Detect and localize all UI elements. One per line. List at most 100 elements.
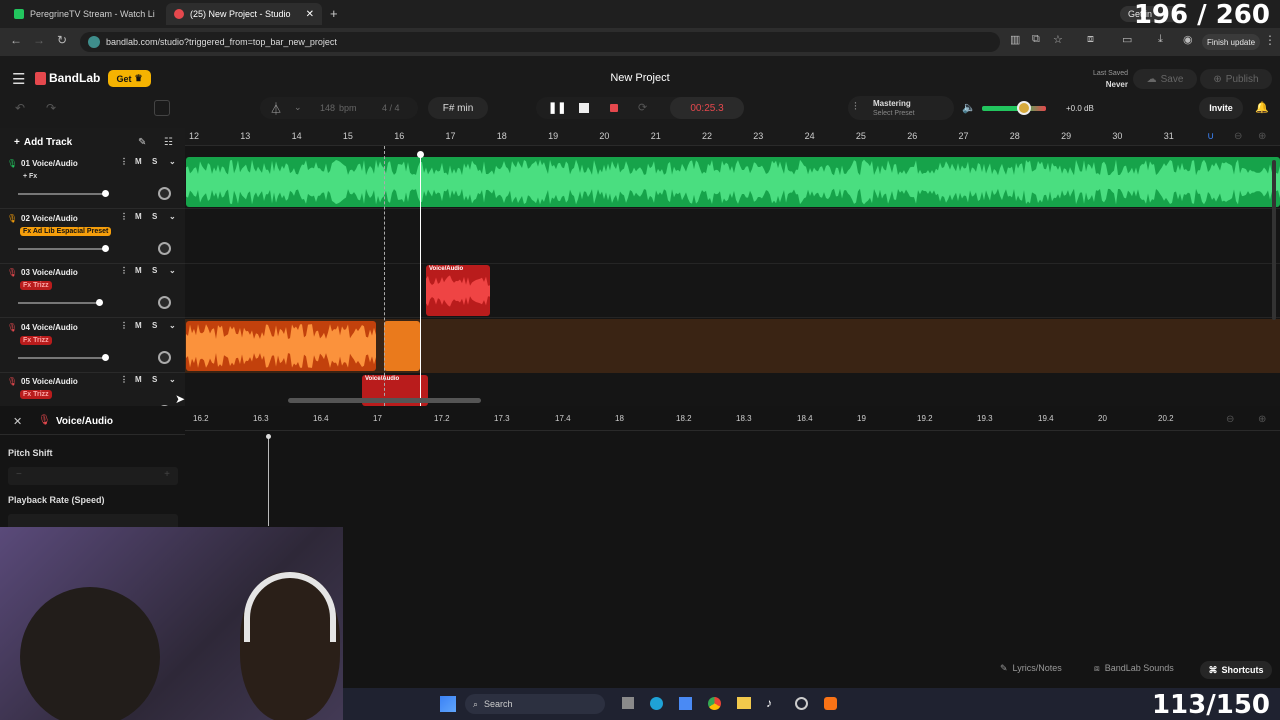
track-volume-thumb[interactable] <box>102 353 109 361</box>
track-expand-icon[interactable]: ⌄ <box>169 212 176 221</box>
tab-peregrine[interactable]: PeregrineTV Stream - Watch Li <box>6 3 162 25</box>
track-menu-icon[interactable]: ⋮ <box>120 266 128 275</box>
mute-button[interactable]: M <box>135 212 142 221</box>
track-menu-icon[interactable]: ⋮ <box>120 321 128 330</box>
track-fx-tag[interactable]: Fx Trizz <box>20 281 52 291</box>
invite-button[interactable]: Invite <box>1199 97 1243 119</box>
tracks-settings-icon[interactable]: ☷ <box>164 137 173 148</box>
solo-button[interactable]: S <box>152 212 157 221</box>
reload-icon[interactable]: ↻ <box>57 33 67 47</box>
track-name[interactable]: 02 Voice/Audio <box>21 214 78 223</box>
track-volume-slider[interactable] <box>18 193 106 195</box>
back-icon[interactable]: ← <box>10 33 22 47</box>
add-track-button[interactable]: + Add Track <box>14 137 72 148</box>
master-volume-slider[interactable] <box>982 106 1046 111</box>
track-name[interactable]: 03 Voice/Audio <box>21 268 78 277</box>
track-fx-tag[interactable]: Fx Trizz <box>20 390 52 400</box>
undo-icon[interactable]: ↶ <box>15 101 25 115</box>
track-menu-icon[interactable]: ⋮ <box>120 157 128 166</box>
pause-icon[interactable]: ❚❚ <box>548 101 566 114</box>
cast-icon[interactable]: ▭ <box>1122 33 1132 46</box>
time-signature-field[interactable]: 4 / 4 <box>382 103 400 113</box>
speaker-icon[interactable]: 🔈 <box>962 101 976 114</box>
publish-button[interactable]: ⊕ Publish <box>1200 69 1272 89</box>
track-volume-slider[interactable] <box>18 302 100 305</box>
track-pan-knob[interactable] <box>158 241 171 255</box>
bpm-field[interactable]: 148 bpm <box>320 103 357 113</box>
track-lane-3[interactable] <box>185 264 1280 319</box>
close-editor-icon[interactable]: ✕ <box>13 415 22 428</box>
reading-mode-icon[interactable]: ▥ <box>1010 33 1020 46</box>
chevron-down-icon[interactable]: ⌄ <box>294 102 302 113</box>
track-volume-slider[interactable] <box>18 247 106 250</box>
site-info-icon[interactable] <box>88 36 100 48</box>
horizontal-scrollbar[interactable] <box>288 398 481 403</box>
mute-button[interactable]: M <box>135 375 142 384</box>
chrome-icon[interactable] <box>708 697 721 710</box>
screen-icon[interactable]: ⧉ <box>1032 33 1040 46</box>
audio-clip-track-4a[interactable] <box>186 321 376 371</box>
vertical-scrollbar[interactable] <box>1272 160 1276 320</box>
playhead[interactable] <box>420 152 421 406</box>
pitch-shift-stepper[interactable]: − + <box>8 467 178 485</box>
zoom-in-icon[interactable]: ⊕ <box>1258 131 1266 142</box>
windows-start-icon[interactable] <box>440 696 456 712</box>
track-volume-thumb[interactable] <box>102 244 109 252</box>
profile-icon[interactable]: ◉ <box>1183 33 1193 46</box>
mute-button[interactable]: M <box>135 266 142 275</box>
lyrics-notes-button[interactable]: ✎ Lyrics/Notes <box>1000 663 1062 674</box>
track-menu-icon[interactable]: ⋮ <box>120 212 128 221</box>
close-tab-icon[interactable]: ✕ <box>306 9 314 20</box>
track-expand-icon[interactable]: ⌄ <box>169 321 176 330</box>
extensions-icon[interactable]: ⧈ <box>1087 33 1094 46</box>
track-lane-2[interactable] <box>185 210 1280 264</box>
forward-icon[interactable]: → <box>33 33 45 47</box>
track-volume-slider[interactable] <box>18 356 106 359</box>
track-expand-icon[interactable]: ⌄ <box>169 157 176 166</box>
settings-icon[interactable] <box>795 697 808 710</box>
notification-bell-icon[interactable]: 🔔 <box>1255 101 1269 114</box>
stop-icon[interactable] <box>579 103 589 113</box>
url-field[interactable]: bandlab.com/studio?triggered_from=top_ba… <box>80 32 1000 52</box>
track-menu-icon[interactable]: ⋮ <box>120 375 128 384</box>
editor-zoom-out-icon[interactable]: ⊖ <box>1226 414 1234 425</box>
fl-studio-icon[interactable] <box>824 697 837 710</box>
shortcuts-button[interactable]: ⌘ Shortcuts <box>1200 661 1272 679</box>
file-explorer-icon[interactable] <box>737 697 751 709</box>
solo-button[interactable]: S <box>152 321 157 330</box>
track-expand-icon[interactable]: ⌄ <box>169 266 176 275</box>
taskbar-search[interactable]: ⌕ Search <box>465 694 605 714</box>
mute-button[interactable]: M <box>135 321 142 330</box>
master-volume-thumb[interactable] <box>1017 101 1031 115</box>
finish-update-button[interactable]: Finish update <box>1202 34 1260 50</box>
minus-icon[interactable]: − <box>16 469 22 480</box>
save-button[interactable]: ☁ Save <box>1133 69 1197 89</box>
track-name[interactable]: 01 Voice/Audio <box>21 159 78 168</box>
new-tab-button[interactable]: + <box>330 6 338 21</box>
zoom-out-icon[interactable]: ⊖ <box>1234 131 1242 142</box>
track-pan-knob[interactable] <box>158 187 171 200</box>
track-name[interactable]: 05 Voice/Audio <box>21 377 78 386</box>
redo-icon[interactable]: ↷ <box>46 101 56 115</box>
star-icon[interactable]: ☆ <box>1053 33 1063 46</box>
download-icon[interactable]: ⤓ <box>1158 33 1163 46</box>
metronome-icon[interactable]: ⏃ <box>270 100 282 117</box>
snap-magnet-icon[interactable]: ∪ <box>1207 131 1214 142</box>
loop-icon[interactable]: ⟳ <box>638 101 647 114</box>
track-name[interactable]: 04 Voice/Audio <box>21 323 78 332</box>
track-volume-thumb[interactable] <box>102 190 109 197</box>
mute-button[interactable]: M <box>135 157 142 166</box>
record-icon[interactable] <box>610 104 618 112</box>
tiktok-icon[interactable]: ♪ <box>766 696 772 710</box>
solo-button[interactable]: S <box>152 375 157 384</box>
tab-bandlab[interactable]: (25) New Project - Studio ✕ <box>166 3 322 25</box>
tools-icon[interactable]: ✎ <box>138 137 146 148</box>
mixer-icon[interactable] <box>154 100 170 116</box>
track-fx-tag[interactable]: + Fx <box>20 172 40 181</box>
audio-clip-track-4b[interactable] <box>384 321 420 371</box>
track-fx-tag[interactable]: Fx Ad Lib Espacial Preset <box>20 226 112 236</box>
playhead-handle[interactable] <box>417 151 424 158</box>
solo-button[interactable]: S <box>152 266 157 275</box>
audio-clip-track-3[interactable]: Voice/Audio <box>426 265 490 316</box>
store-icon[interactable] <box>679 697 692 710</box>
